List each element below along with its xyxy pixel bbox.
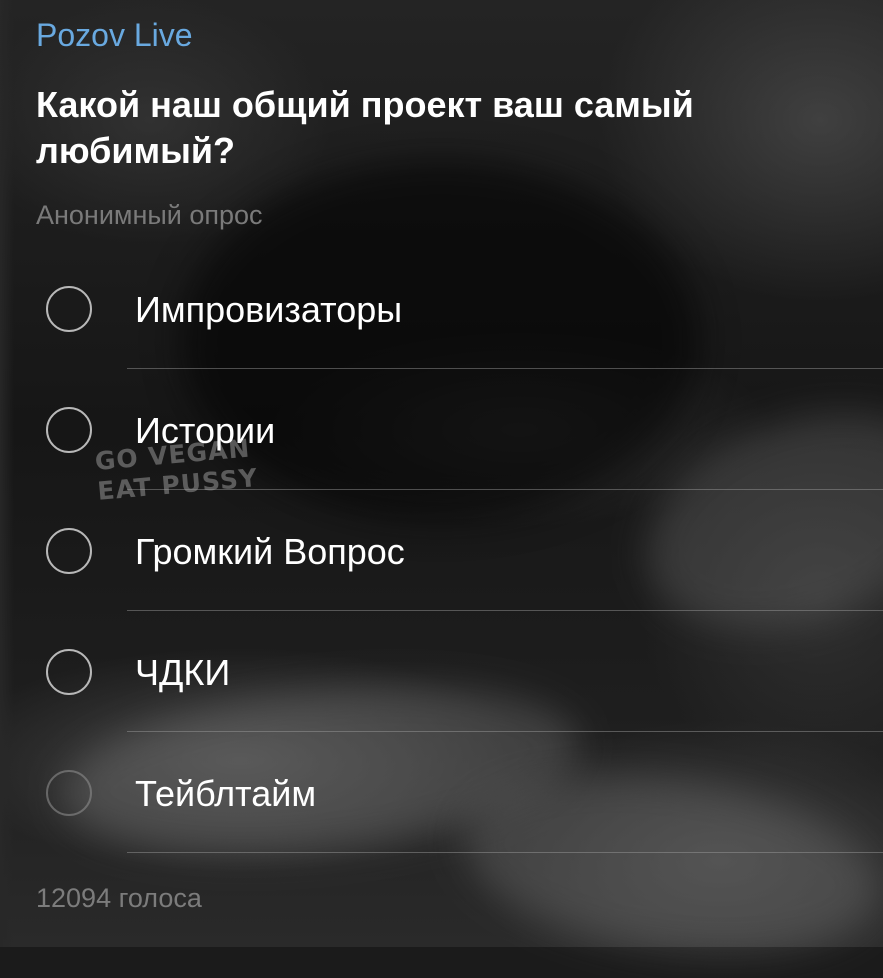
poll-option-label: Истории — [135, 410, 276, 451]
poll-option-gromkiy-vopros[interactable]: Громкий Вопрос — [0, 490, 883, 611]
poll-question: Какой наш общий проект ваш самый любимый… — [36, 84, 694, 171]
poll-option-label: Громкий Вопрос — [135, 531, 405, 572]
poll-option-improvizatory[interactable]: Импровизаторы — [0, 248, 883, 369]
poll-option-teybltaym[interactable]: Тейблтайм — [0, 732, 883, 853]
poll-type-label: Анонимный опрос — [36, 200, 263, 230]
poll-message: Pozov Live Какой наш общий проект ваш са… — [0, 0, 883, 947]
radio-circle-icon[interactable] — [46, 407, 92, 453]
radio-circle-icon[interactable] — [46, 528, 92, 574]
radio-circle-icon[interactable] — [46, 649, 92, 695]
poll-option-chdki[interactable]: ЧДКИ — [0, 611, 883, 732]
poll-option-label: Импровизаторы — [135, 289, 403, 330]
poll-option-istorii[interactable]: Истории — [0, 369, 883, 490]
radio-circle-icon[interactable] — [46, 770, 92, 816]
option-divider — [127, 851, 883, 853]
poll-option-label: Тейблтайм — [135, 773, 317, 814]
channel-name[interactable]: Pozov Live — [36, 14, 193, 56]
radio-circle-icon[interactable] — [46, 286, 92, 332]
poll-options: Импровизаторы Истории Громкий Вопрос ЧДК… — [0, 248, 883, 853]
poll-option-label: ЧДКИ — [135, 652, 231, 693]
poll-vote-count: 12094 голоса — [36, 883, 202, 913]
